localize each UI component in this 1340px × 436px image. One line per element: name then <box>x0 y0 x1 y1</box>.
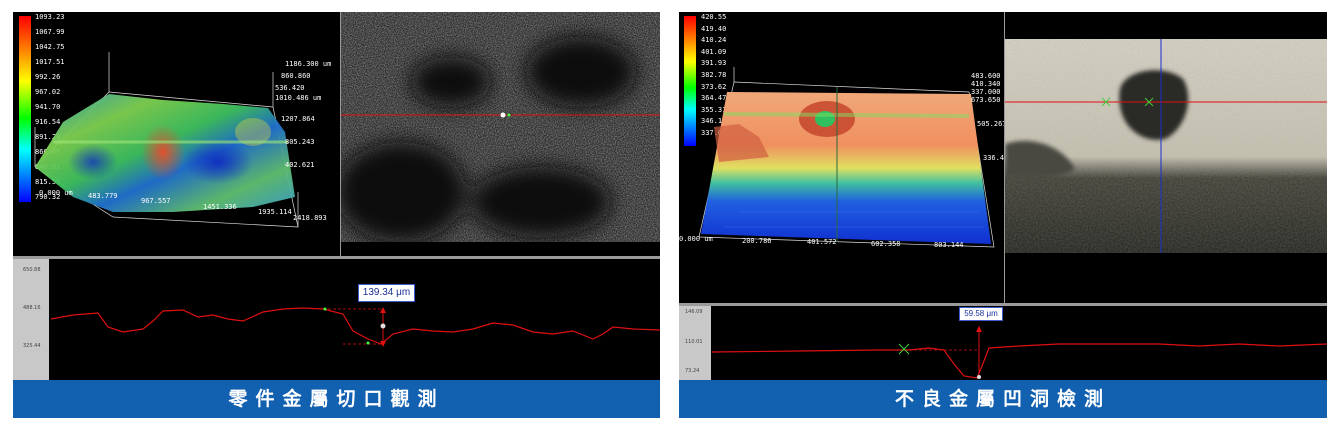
right-profile-line <box>711 326 1327 379</box>
left-measurement-label: 139.34 μm <box>358 284 415 302</box>
left-caption: 零件金屬切口觀測 <box>13 380 660 418</box>
y-axis-label: 1207.864 <box>281 115 315 123</box>
y-axis-label: 536.420 <box>275 84 305 92</box>
x-axis-label: 401.572 <box>807 238 837 246</box>
x-axis-label: 1935.114 <box>258 208 292 216</box>
x-axis-label: 602.358 <box>871 240 901 248</box>
y-axis-label: 673.650 um <box>971 96 1004 104</box>
x-axis-label: 0.000 um <box>679 235 713 243</box>
x-axis-label: 803.144 <box>934 241 964 249</box>
left-3d-view[interactable]: 1093.23 1067.99 1042.75 1017.51 992.26 967.02… <box>13 12 340 256</box>
left-profile-chart[interactable]: 650.88 488.16 325.44 139.34 μm <box>13 259 660 380</box>
x-axis-label: 2418.893 <box>293 214 327 222</box>
left-inspection-panel: 1093.23 1067.99 1042.75 1017.51 992.26 967.02… <box>13 12 660 418</box>
y-axis-label: 805.243 <box>285 138 315 146</box>
y-axis-label: 1186.300 um <box>285 60 332 68</box>
right-caption: 不良金屬凹洞檢測 <box>679 380 1327 418</box>
y-axis-label: 860.860 <box>281 72 311 80</box>
y-axis-label: 505.267 <box>977 120 1004 128</box>
x-axis-label: 967.557 <box>141 197 171 205</box>
left-3d-surface <box>34 52 299 228</box>
left-metal-surface-image <box>341 12 660 242</box>
x-axis-label: 200.786 <box>742 237 772 245</box>
x-axis-label: 483.779 <box>88 192 118 200</box>
x-axis-label: 0.000 um <box>39 189 73 197</box>
y-axis-label: 336.4 <box>983 154 1004 162</box>
right-microscope-view[interactable] <box>1005 39 1327 253</box>
right-3d-view[interactable]: 420.55 419.40 410.24 401.09 391.93 382.78 373.… <box>679 12 1004 303</box>
right-inspection-panel: 420.55 419.40 410.24 401.09 391.93 382.78 373.… <box>679 12 1327 418</box>
right-defect-image <box>1005 39 1327 253</box>
left-microscope-view[interactable] <box>341 12 660 242</box>
y-axis-label: 483.600 u <box>971 72 1004 80</box>
left-profile-line <box>50 307 660 347</box>
y-axis-label: 402.621 <box>285 161 315 169</box>
x-axis-label: 1451.336 <box>203 203 237 211</box>
right-3d-surface <box>698 67 995 248</box>
right-measurement-label: 59.58 μm <box>959 307 1003 321</box>
y-axis-label: 1010.486 um <box>275 94 322 102</box>
y-axis-label: 410.340 <box>971 80 1001 88</box>
y-axis-label: 337.000 <box>971 88 1001 96</box>
right-profile-chart[interactable]: 146.09 110.01 73.24 59.58 μm <box>679 306 1327 380</box>
